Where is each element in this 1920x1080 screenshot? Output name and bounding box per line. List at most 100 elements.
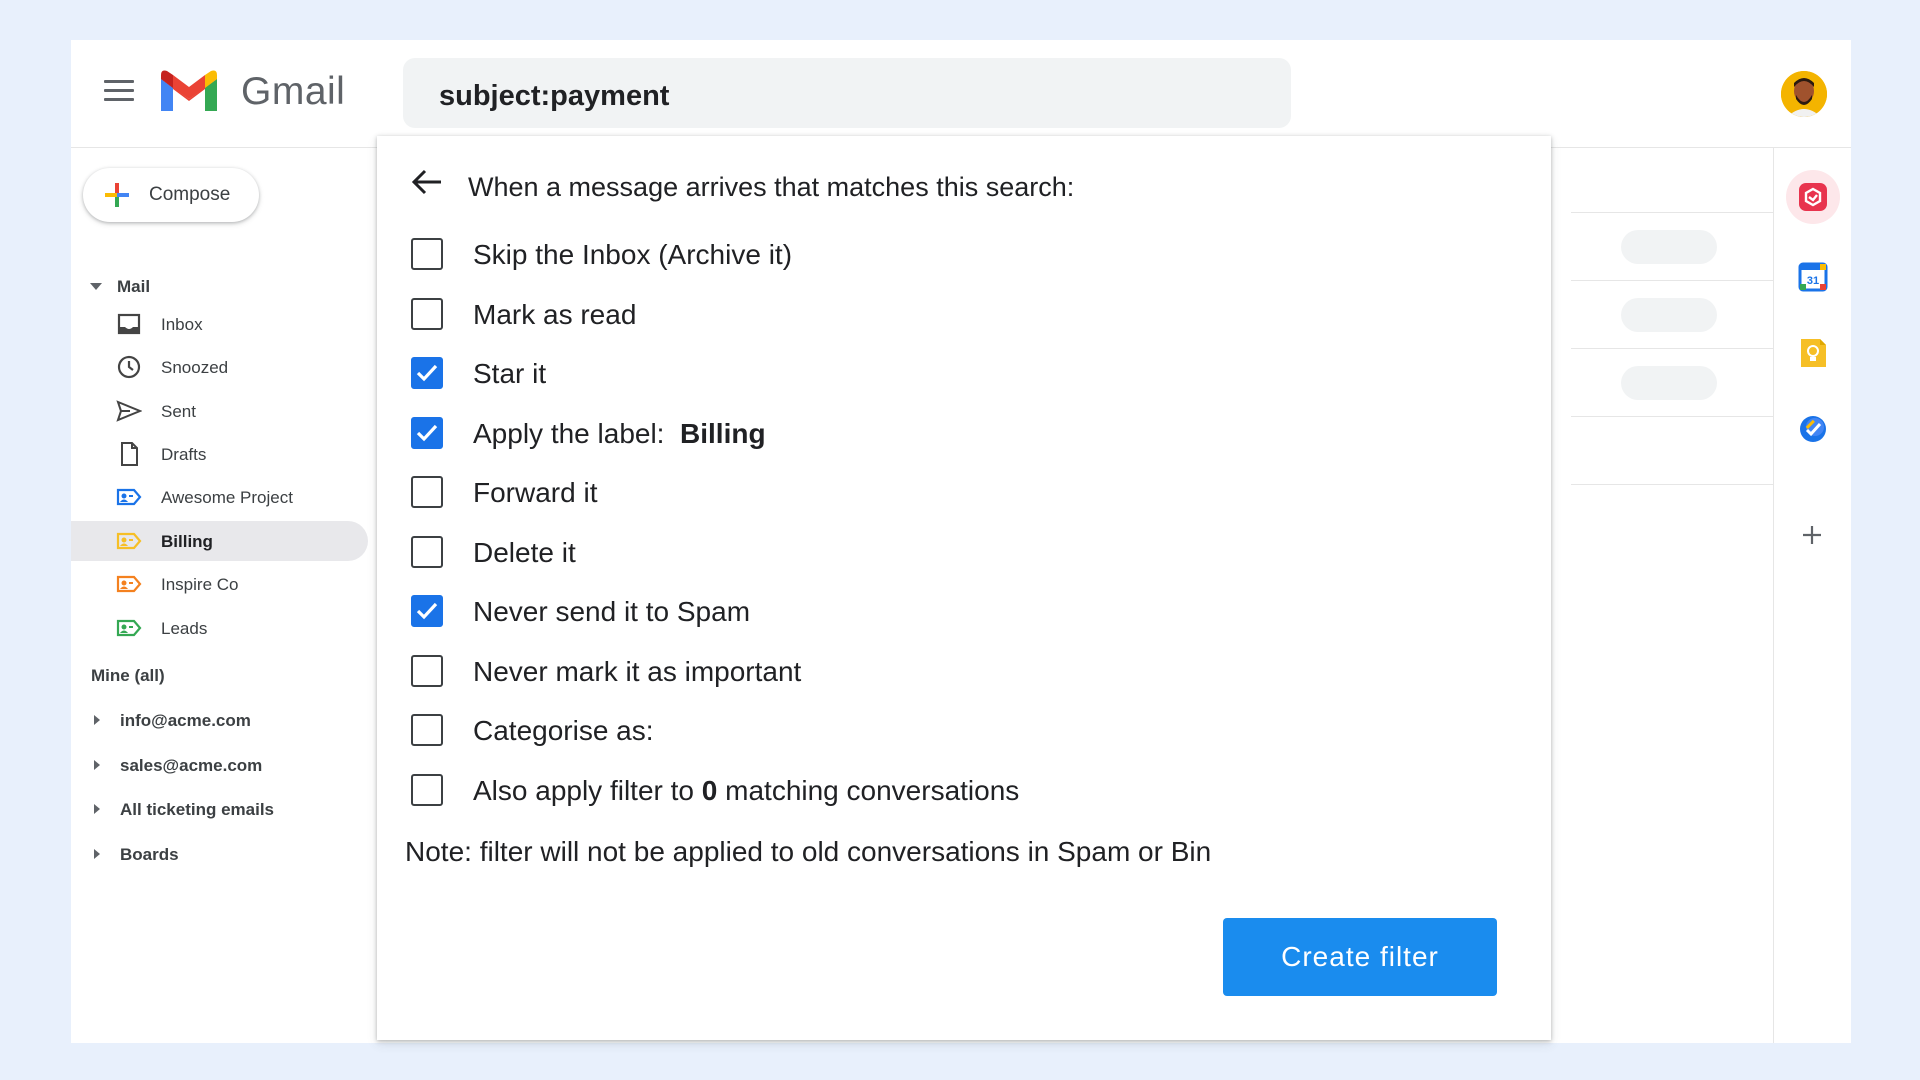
option-forward-it[interactable]: Forward it [409, 472, 1409, 512]
option-never-important[interactable]: Never mark it as important [409, 651, 1409, 691]
divider [1571, 280, 1773, 281]
tasks-app-button[interactable] [1786, 402, 1840, 456]
option-label: Categorise as: [473, 715, 654, 746]
label-value[interactable]: Billing [680, 418, 766, 449]
filter-dialog: When a message arrives that matches this… [377, 136, 1551, 1040]
keep-icon [1801, 339, 1826, 367]
checkbox[interactable] [411, 238, 443, 270]
account-label: info@acme.com [120, 711, 251, 730]
account-label: All ticketing emails [120, 800, 274, 819]
checkbox[interactable] [411, 714, 443, 746]
account-item-sales[interactable]: sales@acme.com [71, 745, 371, 785]
account-item-boards[interactable]: Boards [71, 834, 371, 874]
option-never-spam[interactable]: Never send it to Spam [409, 591, 1409, 631]
option-label: Star it [473, 358, 547, 389]
calendar-date: 31 [1807, 275, 1819, 287]
option-label: Never mark it as important [473, 656, 802, 687]
label-icon [116, 488, 142, 506]
sidebar-item-label: Awesome Project [161, 488, 293, 507]
mine-section-title: Mine (all) [91, 666, 165, 685]
sidebar-item-inspire-co[interactable]: Inspire Co [71, 564, 371, 604]
sidebar-item-awesome-project[interactable]: Awesome Project [71, 477, 371, 517]
sidebar-item-inbox[interactable]: Inbox [71, 304, 371, 344]
back-arrow-icon[interactable] [411, 168, 443, 196]
divider [1571, 484, 1773, 485]
sidebar-item-label: Sent [161, 402, 196, 421]
side-panel-rail: 31 [1773, 148, 1851, 1043]
checkbox[interactable] [411, 774, 443, 806]
option-label: Mark as read [473, 299, 637, 330]
checkbox[interactable] [411, 655, 443, 687]
option-label-before: Also apply filter to [473, 775, 694, 806]
option-label-after: matching conversations [725, 775, 1020, 806]
divider [1571, 212, 1773, 213]
checkbox[interactable] [411, 476, 443, 508]
clock-icon [117, 355, 141, 379]
top-header: Gmail subject:payment [71, 40, 1851, 148]
option-label-text: Apply the label: [473, 418, 665, 449]
plus-icon[interactable] [1800, 523, 1824, 547]
divider [1571, 416, 1773, 417]
avatar-icon [1781, 71, 1827, 117]
expand-icon[interactable] [94, 715, 100, 725]
sidebar-item-label: Drafts [161, 445, 207, 464]
placeholder-row [1621, 298, 1717, 332]
sidebar-item-label: Billing [161, 532, 213, 551]
sidebar-item-drafts[interactable]: Drafts [71, 434, 371, 474]
gmail-wordmark: Gmail [241, 70, 346, 113]
dialog-title: When a message arrives that matches this… [468, 172, 1075, 202]
expand-icon[interactable] [94, 804, 100, 814]
calendar-app-button[interactable]: 31 [1786, 250, 1840, 304]
sidebar-item-snoozed[interactable]: Snoozed [71, 347, 371, 387]
account-item-info[interactable]: info@acme.com [71, 700, 371, 740]
checkbox-checked[interactable] [411, 357, 443, 389]
collapse-mail-icon[interactable] [90, 283, 102, 290]
sidebar-item-billing[interactable]: Billing [71, 521, 368, 561]
calendar-icon: 31 [1798, 262, 1828, 292]
option-label: Never send it to Spam [473, 596, 751, 627]
option-categorise[interactable]: Categorise as: [409, 710, 1409, 750]
hiver-app-button[interactable] [1786, 170, 1840, 224]
compose-label: Compose [149, 184, 231, 205]
option-star-it[interactable]: Star it [409, 353, 1409, 393]
plus-icon [105, 183, 129, 207]
option-label: Skip the Inbox (Archive it) [473, 239, 793, 270]
check-icon [416, 364, 438, 382]
search-query[interactable]: subject:payment [439, 80, 669, 113]
send-icon [116, 400, 142, 422]
checkbox-checked[interactable] [411, 417, 443, 449]
tasks-icon [1800, 416, 1826, 442]
sidebar-item-label: Inspire Co [161, 575, 239, 594]
divider [1571, 348, 1773, 349]
account-label: sales@acme.com [120, 756, 263, 775]
option-apply-existing[interactable]: Also apply filter to 0 matching conversa… [409, 770, 1409, 810]
draft-icon [121, 442, 138, 466]
account-item-ticketing[interactable]: All ticketing emails [71, 789, 371, 829]
sidebar-item-label: Inbox [161, 315, 203, 334]
account-label: Boards [120, 845, 179, 864]
checkbox[interactable] [411, 298, 443, 330]
option-label: Also apply filter to 0 matching conversa… [473, 775, 1019, 807]
check-icon [416, 602, 438, 620]
option-mark-as-read[interactable]: Mark as read [409, 294, 1409, 334]
checkbox[interactable] [411, 536, 443, 568]
label-icon [116, 532, 142, 550]
checkbox-checked[interactable] [411, 595, 443, 627]
sidebar-item-leads[interactable]: Leads [71, 608, 371, 648]
expand-icon[interactable] [94, 760, 100, 770]
option-apply-label[interactable]: Apply the label: Billing [409, 413, 1409, 453]
gmail-logo-icon[interactable] [157, 67, 221, 115]
sidebar-item-sent[interactable]: Sent [71, 391, 371, 431]
keep-app-button[interactable] [1786, 326, 1840, 380]
option-skip-inbox[interactable]: Skip the Inbox (Archive it) [409, 234, 1409, 274]
option-delete-it[interactable]: Delete it [409, 532, 1409, 572]
filter-note: Note: filter will not be applied to old … [405, 836, 1212, 867]
sidebar-item-label: Leads [161, 619, 208, 638]
expand-icon[interactable] [94, 849, 100, 859]
compose-button[interactable]: Compose [83, 168, 259, 222]
create-filter-button[interactable]: Create filter [1223, 918, 1497, 996]
mail-section-title[interactable]: Mail [117, 277, 150, 297]
search-bar[interactable]: subject:payment [403, 58, 1291, 128]
avatar[interactable] [1781, 71, 1827, 117]
main-menu-icon[interactable] [104, 80, 134, 104]
